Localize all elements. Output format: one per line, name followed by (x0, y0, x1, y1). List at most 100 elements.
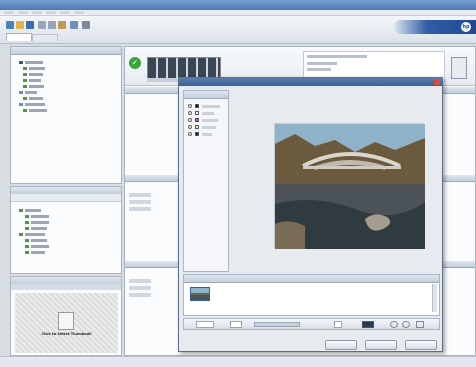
left-panel-preview: Click to Select Thumbnail (10, 276, 122, 356)
list-item[interactable] (129, 200, 151, 204)
zoom-field[interactable] (196, 321, 214, 328)
rotate-right-icon[interactable] (402, 321, 410, 328)
list-item[interactable] (129, 286, 151, 290)
paste-icon[interactable] (58, 21, 66, 29)
tree-item[interactable] (23, 72, 45, 76)
option-row[interactable] (188, 125, 224, 130)
swatch-icon (195, 118, 199, 122)
status-ok-icon: ✓ (129, 57, 141, 69)
list-item[interactable] (129, 293, 151, 297)
tree-item[interactable] (25, 238, 49, 242)
menu-item-4[interactable] (46, 11, 56, 14)
toolbar-tab-2[interactable] (32, 34, 58, 41)
copy-icon[interactable] (48, 21, 56, 29)
list-item[interactable] (129, 279, 151, 283)
black-swatch-button[interactable] (362, 321, 374, 328)
option-row[interactable] (188, 111, 224, 116)
list-item[interactable] (129, 207, 151, 211)
list-item[interactable] (129, 193, 151, 197)
dialog-titlebar (179, 78, 442, 86)
next-button[interactable] (365, 340, 397, 350)
print-icon[interactable] (82, 21, 90, 29)
cut-icon[interactable] (38, 21, 46, 29)
option-row[interactable] (188, 118, 224, 123)
radio-icon[interactable] (188, 125, 192, 129)
filmstrip-scrollbar[interactable] (432, 284, 437, 312)
tree-item[interactable] (23, 108, 49, 112)
dialog-toolbar (183, 318, 440, 330)
image-dialog (178, 77, 443, 352)
option-label (202, 105, 220, 108)
filmstrip-thumbnail[interactable] (190, 287, 210, 301)
preview-area[interactable]: Click to Select Thumbnail (15, 293, 118, 353)
fit-button[interactable] (230, 321, 242, 328)
close-icon[interactable] (434, 79, 440, 85)
new-icon[interactable] (6, 21, 14, 29)
left-panel-middle-subheader (11, 194, 121, 202)
slider-control[interactable] (254, 322, 300, 327)
filmstrip-panel (183, 274, 440, 316)
tree-item[interactable] (23, 78, 43, 82)
swatch-icon (195, 132, 199, 136)
tree-item[interactable] (19, 90, 39, 94)
thumbnail-placeholder-icon (58, 312, 74, 330)
radio-icon[interactable] (188, 104, 192, 108)
brand-banner: hp (394, 20, 476, 34)
color-button[interactable] (334, 321, 342, 328)
toolbar-tab-1[interactable] (6, 33, 32, 41)
tree-item[interactable] (25, 220, 51, 224)
tree-item[interactable] (19, 232, 47, 236)
option-label (202, 119, 218, 122)
back-button[interactable] (325, 340, 357, 350)
radio-icon[interactable] (188, 111, 192, 115)
option-row[interactable] (188, 132, 224, 137)
tree-item[interactable] (25, 214, 51, 218)
tree-item[interactable] (25, 250, 47, 254)
menu-item-3[interactable] (32, 11, 42, 14)
product-strip-image (147, 57, 221, 79)
tree-item[interactable] (23, 66, 47, 70)
preview-caption: Click to Select Thumbnail (41, 332, 92, 336)
landscape-photo (275, 124, 425, 249)
save-icon[interactable] (26, 21, 34, 29)
info-line-1 (307, 55, 367, 58)
crop-icon[interactable] (416, 321, 424, 328)
tree-item[interactable] (23, 96, 45, 100)
swatch-icon (195, 104, 199, 108)
option-label (202, 126, 216, 129)
radio-icon[interactable] (188, 118, 192, 122)
hp-logo: hp (461, 22, 471, 32)
swatch-icon (195, 125, 199, 129)
menu-item-5[interactable] (60, 11, 70, 14)
tree-item[interactable] (19, 60, 45, 64)
tree-item[interactable] (25, 244, 51, 248)
tree-item[interactable] (19, 102, 47, 106)
info-line-2 (307, 62, 337, 65)
cancel-button[interactable] (405, 340, 437, 350)
left-panel-top-header (11, 47, 121, 55)
open-icon[interactable] (16, 21, 24, 29)
info-line-3 (307, 68, 331, 71)
options-header (184, 91, 228, 99)
status-bar (0, 356, 476, 367)
menu-item-2[interactable] (18, 11, 28, 14)
undo-icon[interactable] (70, 21, 78, 29)
swatch-icon (195, 111, 199, 115)
radio-icon[interactable] (188, 132, 192, 136)
preview-toolbar (11, 284, 121, 290)
left-panel-middle (10, 186, 122, 274)
option-row[interactable] (188, 104, 224, 109)
image-preview-frame (274, 123, 425, 249)
document-icon (451, 57, 467, 79)
option-label (202, 112, 214, 115)
window-titlebar (0, 0, 476, 10)
rotate-left-icon[interactable] (390, 321, 398, 328)
tree-item[interactable] (25, 226, 49, 230)
menu-item-1[interactable] (4, 11, 14, 14)
menu-item-6[interactable] (74, 11, 84, 14)
left-panel-top (10, 46, 122, 184)
option-label (202, 133, 212, 136)
tree-item[interactable] (19, 208, 43, 212)
filmstrip-header (184, 275, 439, 283)
tree-item[interactable] (23, 84, 46, 88)
